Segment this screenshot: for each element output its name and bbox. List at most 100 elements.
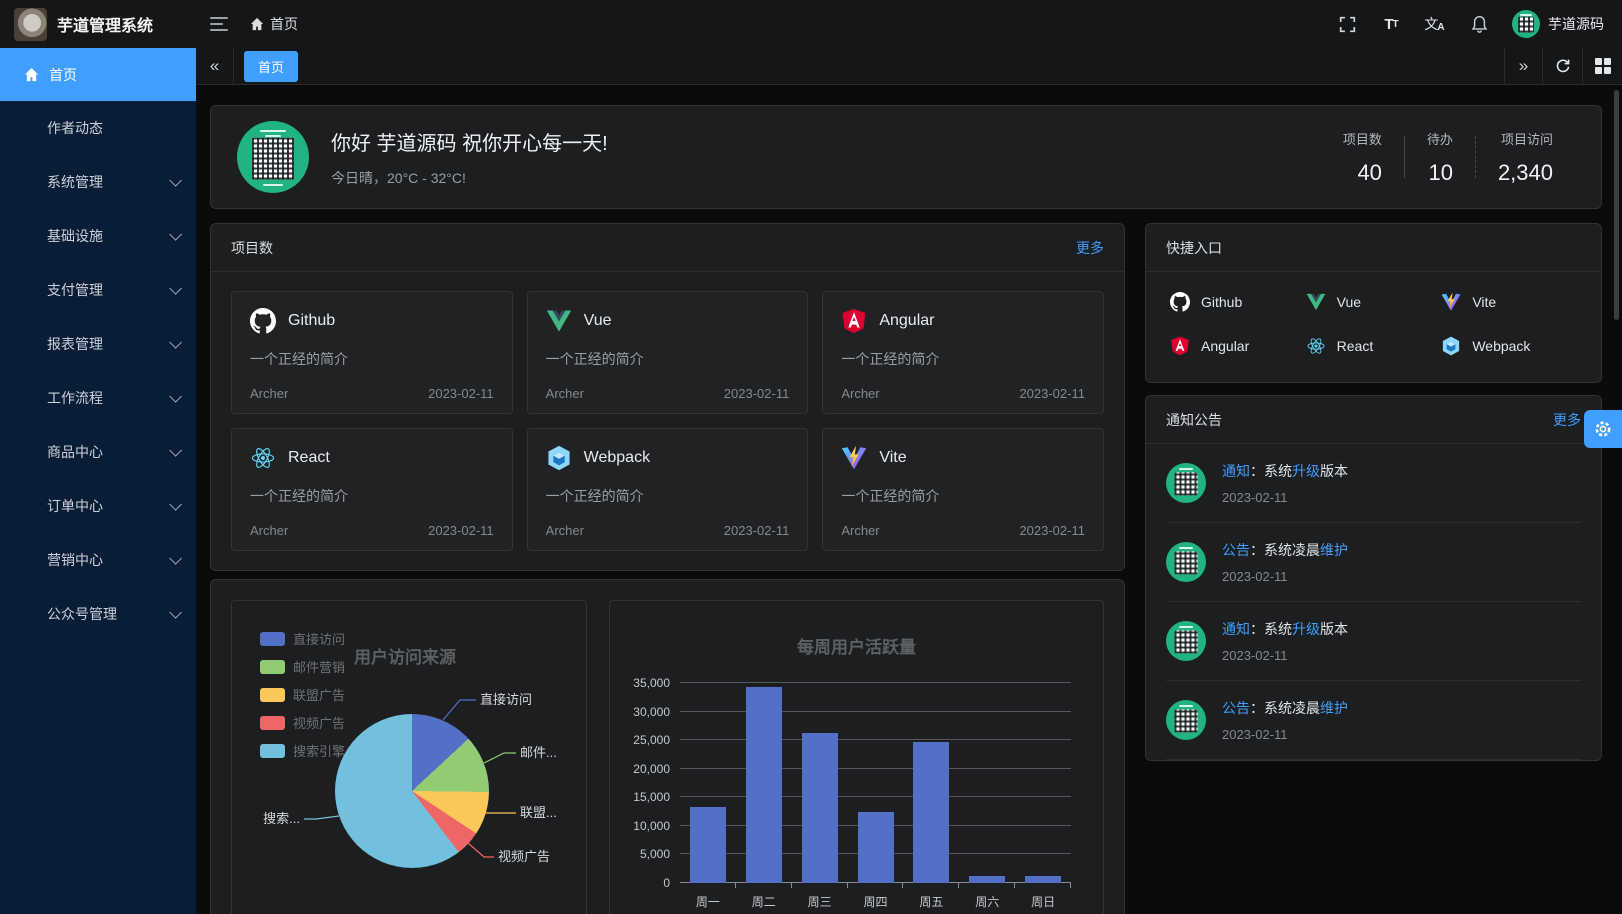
- chevron-down-icon: [169, 282, 182, 295]
- notice-item[interactable]: 公告：系统凌晨维护2023-02-11: [1166, 523, 1581, 602]
- project-date: 2023-02-11: [428, 523, 494, 538]
- project-desc: 一个正经的简介: [546, 486, 790, 506]
- sidebar-item-label: 报表管理: [47, 334, 103, 354]
- projects-more-link[interactable]: 更多: [1076, 238, 1104, 258]
- layout-grid-icon[interactable]: [1582, 48, 1622, 84]
- stat-value: 2,340: [1498, 160, 1553, 186]
- sidebar-item-系统管理[interactable]: 系统管理: [0, 155, 196, 209]
- pie-callout-label: 联盟...: [520, 805, 557, 820]
- sidebar-item-label: 作者动态: [47, 118, 103, 138]
- project-card-React[interactable]: React一个正经的简介Archer2023-02-11: [231, 428, 513, 551]
- welcome-card: 你好 芋道源码 祝你开心每一天! 今日晴，20°C - 32°C! 项目数40待…: [210, 105, 1602, 209]
- bar-周四[interactable]: [858, 812, 894, 883]
- sidebar-item-营销中心[interactable]: 营销中心: [0, 533, 196, 587]
- user-name: 芋道源码: [1548, 14, 1604, 34]
- language-icon[interactable]: 文A: [1424, 13, 1446, 35]
- x-axis-label: 周二: [736, 893, 792, 910]
- shortcut-label: Angular: [1201, 338, 1249, 354]
- shortcut-label: Vite: [1472, 294, 1496, 310]
- bar-chart[interactable]: 05,00010,00015,00020,00025,00030,00035,0…: [680, 683, 1071, 883]
- breadcrumb[interactable]: 首页: [250, 14, 298, 34]
- shortcut-Github[interactable]: Github: [1170, 292, 1306, 312]
- bar-slot-周四: 周四: [848, 683, 904, 883]
- project-card-Github[interactable]: Github一个正经的简介Archer2023-02-11: [231, 291, 513, 414]
- sidebar-item-工作流程[interactable]: 工作流程: [0, 371, 196, 425]
- shortcut-React[interactable]: React: [1306, 336, 1442, 356]
- notice-item[interactable]: 通知：系统升级版本2023-02-11: [1166, 444, 1581, 523]
- welcome-stats: 项目数40待办10项目访问2,340: [1321, 129, 1575, 186]
- refresh-icon[interactable]: [1542, 48, 1582, 84]
- stat-value: 40: [1343, 160, 1382, 186]
- shortcut-Webpack[interactable]: Webpack: [1441, 336, 1577, 356]
- bar-周二[interactable]: [746, 687, 782, 883]
- bar-周五[interactable]: [913, 742, 949, 883]
- sidebar-item-首页[interactable]: 首页: [0, 48, 196, 101]
- notices-more-link[interactable]: 更多: [1553, 410, 1581, 430]
- sidebar-item-订单中心[interactable]: 订单中心: [0, 479, 196, 533]
- legend-item-邮件营销[interactable]: 邮件营销: [260, 657, 345, 676]
- notices-title: 通知公告: [1166, 410, 1222, 430]
- y-axis-tick: 35,000: [633, 676, 670, 690]
- shortcut-Vue[interactable]: Vue: [1306, 292, 1442, 312]
- pie-callout-label: 邮件...: [520, 745, 557, 760]
- project-card-Angular[interactable]: Angular一个正经的简介Archer2023-02-11: [822, 291, 1104, 414]
- menu-fold-icon[interactable]: [210, 17, 228, 31]
- notice-date: 2023-02-11: [1222, 648, 1348, 663]
- react-icon: [250, 445, 276, 471]
- fullscreen-icon[interactable]: [1336, 13, 1358, 35]
- notice-item[interactable]: 通知：系统升级版本2023-02-11: [1166, 602, 1581, 681]
- chevron-down-icon: [169, 606, 182, 619]
- tabs-scroll-left-icon[interactable]: «: [196, 48, 234, 84]
- bar-周日[interactable]: [1025, 876, 1061, 883]
- project-card-Vite[interactable]: Vite一个正经的简介Archer2023-02-11: [822, 428, 1104, 551]
- y-axis-tick: 25,000: [633, 733, 670, 747]
- bell-icon[interactable]: [1468, 13, 1490, 35]
- stat-value: 10: [1427, 160, 1453, 186]
- legend-item-视频广告[interactable]: 视频广告: [260, 713, 345, 732]
- pie-callout-label: 视频广告: [498, 849, 550, 864]
- sidebar-item-商品中心[interactable]: 商品中心: [0, 425, 196, 479]
- tab-home[interactable]: 首页: [244, 51, 298, 82]
- project-desc: 一个正经的简介: [250, 349, 494, 369]
- chevron-down-icon: [169, 444, 182, 457]
- bar-chart-title: 每周用户活跃量: [610, 633, 1103, 658]
- project-name: Vue: [584, 312, 612, 330]
- sidebar-item-支付管理[interactable]: 支付管理: [0, 263, 196, 317]
- project-name: Vite: [879, 449, 906, 467]
- tab-bar: « 首页 »: [196, 48, 1622, 85]
- bar-周三[interactable]: [802, 733, 838, 883]
- legend-item-搜索引擎[interactable]: 搜索引擎: [260, 741, 345, 760]
- legend-item-直接访问[interactable]: 直接访问: [260, 629, 345, 648]
- project-name: Webpack: [584, 449, 650, 467]
- tabs-scroll-right-icon[interactable]: »: [1504, 48, 1542, 84]
- bar-周一[interactable]: [690, 807, 726, 883]
- sidebar-item-公众号管理[interactable]: 公众号管理: [0, 587, 196, 641]
- sidebar-item-作者动态[interactable]: 作者动态: [0, 101, 196, 155]
- legend-swatch: [260, 716, 285, 730]
- legend-swatch: [260, 688, 285, 702]
- user-menu[interactable]: 芋道源码: [1512, 10, 1604, 38]
- home-icon: [250, 17, 264, 31]
- project-desc: 一个正经的简介: [841, 486, 1085, 506]
- chevron-down-icon: [169, 228, 182, 241]
- sidebar-item-报表管理[interactable]: 报表管理: [0, 317, 196, 371]
- settings-button[interactable]: [1584, 410, 1622, 448]
- shortcut-Vite[interactable]: Vite: [1441, 292, 1577, 312]
- font-size-icon[interactable]: TT: [1380, 13, 1402, 35]
- welcome-greeting: 你好 芋道源码 祝你开心每一天!: [331, 127, 608, 156]
- shortcut-Angular[interactable]: Angular: [1170, 336, 1306, 356]
- pie-chart[interactable]: [335, 714, 489, 868]
- notice-item[interactable]: 公告：系统凌晨维护2023-02-11: [1166, 681, 1581, 760]
- app-header: 芋道管理系统 首页 TT 文A 芋道源码: [0, 0, 1622, 48]
- app-logo[interactable]: [14, 8, 47, 41]
- project-card-Webpack[interactable]: Webpack一个正经的简介Archer2023-02-11: [527, 428, 809, 551]
- legend-label: 搜索引擎: [293, 741, 345, 760]
- project-author: Archer: [546, 523, 584, 538]
- welcome-weather: 今日晴，20°C - 32°C!: [331, 168, 608, 188]
- project-card-Vue[interactable]: Vue一个正经的简介Archer2023-02-11: [527, 291, 809, 414]
- legend-item-联盟广告[interactable]: 联盟广告: [260, 685, 345, 704]
- bar-周六[interactable]: [969, 876, 1005, 883]
- page-scrollbar[interactable]: [1614, 90, 1619, 320]
- sidebar-item-基础设施[interactable]: 基础设施: [0, 209, 196, 263]
- shortcuts-card: 快捷入口 GithubVueViteAngularReactWebpack: [1145, 223, 1602, 383]
